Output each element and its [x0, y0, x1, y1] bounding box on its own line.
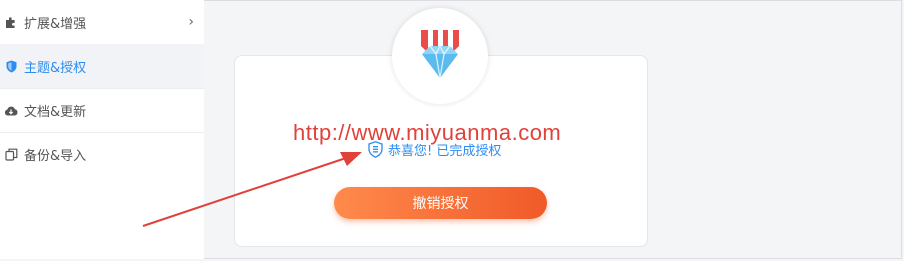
puzzle-icon	[4, 15, 18, 29]
sidebar-item-label: 主题&授权	[24, 60, 87, 76]
sidebar-item-extensions[interactable]: 扩展&增强 ›	[0, 0, 204, 44]
sidebar-item-theme-license[interactable]: 主题&授权	[0, 44, 204, 88]
diamond-badge-icon	[392, 8, 488, 104]
sidebar-item-backup-import[interactable]: 备份&导入	[0, 132, 204, 176]
revoke-license-button[interactable]: 撤销授权	[334, 187, 547, 219]
sidebar-item-label: 备份&导入	[24, 149, 87, 164]
sidebar-item-docs-updates[interactable]: 文档&更新	[0, 88, 204, 132]
sidebar: 扩展&增强 › 主题&授权 文档&更新 备份&导入	[0, 0, 204, 259]
copy-icon	[4, 148, 18, 162]
sidebar-item-label: 文档&更新	[24, 105, 87, 120]
cloud-download-icon	[4, 104, 18, 118]
chevron-right-icon: ›	[188, 14, 194, 30]
shield-icon	[4, 59, 18, 73]
sidebar-item-label: 扩展&增强	[24, 16, 87, 32]
watermark-url: http://www.miyuanma.com	[293, 120, 562, 145]
